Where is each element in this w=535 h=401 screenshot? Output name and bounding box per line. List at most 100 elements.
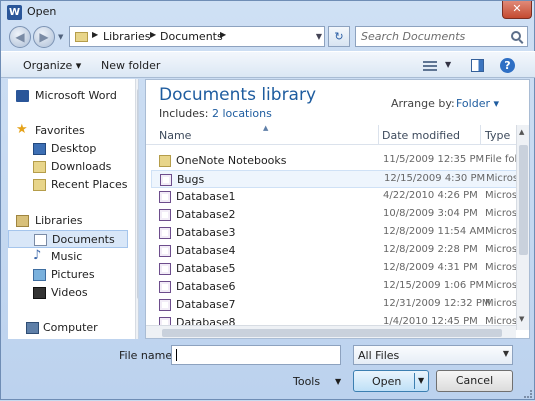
sidebar-item-recent-places[interactable]: Recent Places (8, 176, 128, 194)
address-dropdown[interactable]: ▼ (312, 27, 326, 46)
vertical-scrollbar-thumb[interactable] (519, 145, 528, 255)
file-type: File fol (485, 154, 518, 165)
arrange-by-dropdown[interactable]: Folder ▾ (456, 97, 499, 110)
file-type-select[interactable]: All Files ▼ (353, 345, 513, 365)
column-date-modified[interactable]: Date modified (382, 129, 460, 142)
tools-dropdown-icon[interactable]: ▼ (335, 377, 341, 386)
word-app-icon: W (7, 5, 22, 20)
address-bar[interactable]: ▶ Libraries ▶ Documents ▶ (69, 26, 325, 47)
file-row[interactable]: Database2 10/8/2009 3:04 PM Micros (151, 206, 519, 224)
column-divider[interactable] (378, 125, 379, 145)
back-button[interactable]: ◀ (9, 26, 31, 48)
includes-label: Includes: (159, 107, 209, 120)
cancel-button[interactable]: Cancel (436, 370, 513, 392)
file-list-horizontal-scrollbar[interactable] (146, 325, 516, 338)
view-options-dropdown[interactable]: ▼ (445, 60, 451, 69)
new-folder-button[interactable]: New folder (101, 59, 160, 72)
file-row[interactable]: OneNote Notebooks 11/5/2009 12:35 PM Fil… (151, 152, 519, 170)
resize-grip[interactable] (524, 390, 532, 398)
file-row[interactable]: Bugs 12/15/2009 4:30 PM Micros (151, 170, 519, 188)
search-box[interactable]: Search Documents (355, 26, 528, 47)
computer-icon (26, 322, 39, 334)
column-name[interactable]: Name (159, 129, 191, 142)
recent-places-icon (33, 179, 46, 191)
open-button[interactable]: Open ▼ (353, 370, 429, 392)
word-icon (16, 90, 29, 102)
command-bar: Organize ▾ New folder ▼ ? (1, 51, 535, 78)
sidebar-item-documents[interactable]: Documents (8, 230, 128, 248)
organize-button[interactable]: Organize ▾ (23, 59, 81, 72)
file-row[interactable]: Database5 12/8/2009 4:31 PM Micros (151, 260, 519, 278)
file-name: Database7 (176, 298, 236, 311)
preview-pane-icon[interactable] (471, 59, 484, 72)
scroll-up-icon[interactable]: ▲ (519, 128, 524, 136)
breadcrumb-separator-icon[interactable]: ▶ (150, 30, 156, 39)
sidebar-scrollbar-thumb[interactable] (137, 89, 138, 299)
file-type: Micros (485, 208, 518, 219)
file-date: 12/15/2009 4:30 PM (384, 173, 486, 184)
file-type: Micros (485, 190, 518, 201)
sidebar-item-label: Pictures (51, 268, 95, 281)
sidebar-item-desktop[interactable]: Desktop (8, 140, 128, 158)
file-name: Database1 (176, 190, 236, 203)
open-options-dropdown[interactable]: ▼ (418, 376, 424, 385)
sidebar-item-libraries[interactable]: Libraries (8, 212, 128, 230)
column-divider[interactable] (480, 125, 481, 145)
breadcrumb-separator-icon[interactable]: ▶ (220, 30, 226, 39)
close-button[interactable]: ✕ (502, 1, 532, 19)
sidebar-item-computer[interactable]: Computer (8, 319, 128, 337)
sidebar-scrollbar[interactable] (135, 79, 138, 339)
sidebar-item-label: Music (51, 250, 83, 263)
file-date: 12/31/2009 12:32 PM (383, 298, 491, 309)
sidebar-item-label: Desktop (51, 142, 97, 155)
column-type[interactable]: Type (485, 129, 510, 142)
file-list-vertical-scrollbar[interactable]: ▲ ▼ (516, 125, 529, 330)
file-date: 12/8/2009 2:28 PM (383, 244, 478, 255)
file-date: 11/5/2009 12:35 PM (383, 154, 485, 165)
sidebar-item-label: Documents (52, 233, 115, 246)
sidebar-item-label: Recent Places (51, 178, 128, 191)
refresh-button[interactable]: ↻ (328, 26, 350, 47)
file-row[interactable]: Database1 4/22/2010 4:26 PM Micros (151, 188, 519, 206)
change-view-icon[interactable] (423, 61, 437, 71)
libraries-icon (16, 215, 29, 227)
tools-button[interactable]: Tools (293, 375, 320, 388)
help-icon[interactable]: ? (500, 58, 515, 73)
star-icon: ★ (16, 122, 28, 137)
file-date: 10/8/2009 3:04 PM (383, 208, 478, 219)
locations-link[interactable]: 2 locations (212, 107, 272, 120)
downloads-icon (33, 161, 46, 173)
breadcrumb-separator-icon[interactable]: ▶ (92, 30, 98, 39)
file-type: Micros (485, 262, 518, 273)
horizontal-scrollbar-thumb[interactable] (162, 329, 502, 337)
column-header: ▲ Name Date modified Type (146, 124, 521, 145)
videos-icon (33, 287, 46, 299)
file-name-field[interactable]: ▼ (171, 345, 507, 365)
sidebar-item-pictures[interactable]: Pictures (8, 266, 128, 284)
breadcrumb-documents[interactable]: Documents (160, 30, 223, 43)
sidebar-item-downloads[interactable]: Downloads (8, 158, 128, 176)
file-type-value: All Files (358, 349, 400, 362)
forward-button[interactable]: ▶ (33, 26, 55, 48)
file-row[interactable]: Database7 12/31/2009 12:32 PM Micros (151, 296, 519, 314)
sidebar-item-microsoft-word[interactable]: Microsoft Word (8, 87, 128, 105)
library-includes: Includes: 2 locations (159, 107, 272, 120)
access-database-icon (159, 209, 171, 221)
scroll-down-icon[interactable]: ▼ (519, 315, 524, 323)
file-name: Database2 (176, 208, 236, 221)
sidebar-item-music[interactable]: ♪ Music (8, 248, 128, 266)
search-icon (511, 31, 521, 41)
navigation-bar: ◀ ▶ ▼ ▶ Libraries ▶ Documents ▶ ▼ ↻ Sear… (1, 23, 535, 49)
file-row[interactable]: Database6 12/15/2009 1:06 PM Micros (151, 278, 519, 296)
search-input[interactable]: Search Documents (361, 30, 465, 43)
access-database-icon (159, 263, 171, 275)
file-row[interactable]: Database3 12/8/2009 11:54 AM Micros (151, 224, 519, 242)
recent-pages-dropdown[interactable]: ▼ (58, 33, 63, 41)
file-row[interactable]: Database4 12/8/2009 2:28 PM Micros (151, 242, 519, 260)
sidebar-item-label: Libraries (35, 214, 83, 227)
breadcrumb-libraries[interactable]: Libraries (103, 30, 151, 43)
sidebar-item-videos[interactable]: Videos (8, 284, 128, 302)
sidebar-item-label: Computer (43, 321, 98, 334)
chevron-down-icon: ▼ (502, 349, 509, 358)
sidebar-item-favorites[interactable]: ★ Favorites (8, 122, 128, 140)
